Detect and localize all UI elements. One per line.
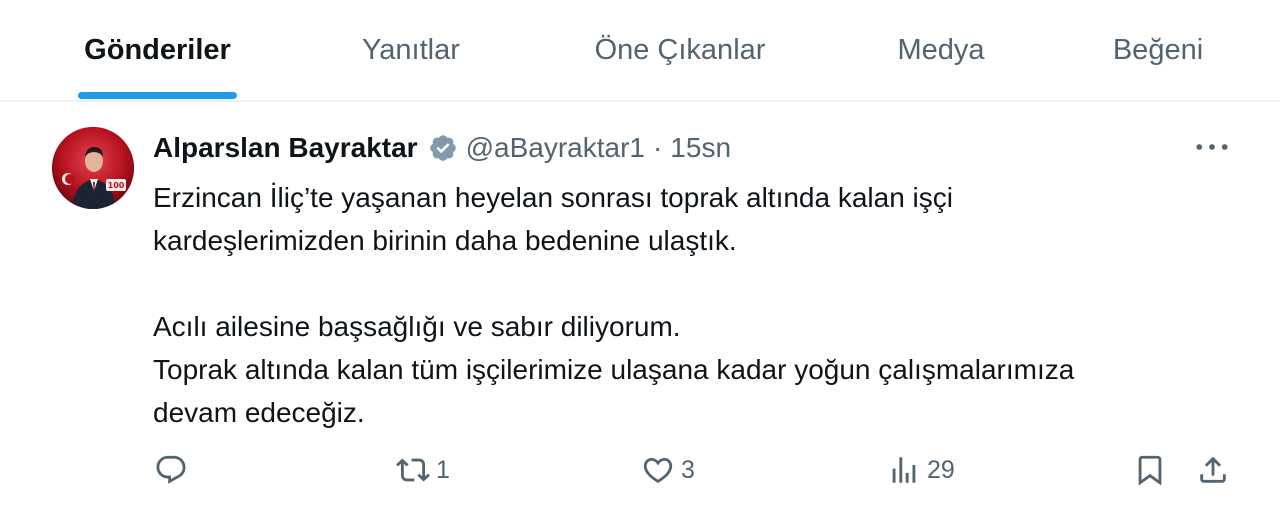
like-button[interactable]: 3 (641, 450, 695, 490)
tab-media[interactable]: Medya (889, 0, 993, 100)
author-name[interactable]: Alparslan Bayraktar (153, 132, 418, 164)
tweet-text-line: Erzincan İliç’te yaşanan heyelan sonrası… (153, 182, 953, 213)
active-tab-indicator (78, 92, 237, 99)
more-dots-icon (1196, 144, 1228, 150)
tab-likes[interactable]: Beğeni (1105, 0, 1211, 100)
bookmark-button[interactable] (1133, 450, 1167, 490)
author-handle[interactable]: @aBayraktar1 (466, 132, 645, 164)
views-count: 29 (927, 455, 955, 484)
tweet-timestamp[interactable]: 15sn (670, 132, 731, 164)
retweet-button[interactable]: 1 (396, 450, 450, 490)
tweet-text: Erzincan İliç’te yaşanan heyelan sonrası… (153, 176, 1253, 434)
avatar-image: 100 (52, 127, 134, 209)
svg-text:100: 100 (108, 181, 125, 190)
profile-tabs: Gönderiler Yanıtlar Öne Çıkanlar Medya B… (0, 0, 1280, 102)
tweet-text-line: Toprak altında kalan tüm işçilerimize ul… (153, 354, 1075, 385)
views-button[interactable]: 29 (887, 450, 955, 490)
share-icon (1200, 456, 1226, 483)
tab-highlights[interactable]: Öne Çıkanlar (582, 0, 778, 100)
more-options-button[interactable] (1192, 130, 1232, 164)
heart-icon (643, 457, 673, 483)
bookmark-icon (1138, 455, 1162, 486)
retweet-count: 1 (436, 455, 450, 484)
tweet-text-line: devam edeceğiz. (153, 397, 365, 428)
tab-posts[interactable]: Gönderiler (78, 0, 237, 100)
reply-icon (156, 455, 186, 484)
tweet-text-line: kardeşlerimizden birinin daha bedenine u… (153, 225, 737, 256)
separator-dot: · (652, 132, 663, 163)
tweet-header: Alparslan Bayraktar @aBayraktar1 · 15sn (153, 128, 731, 168)
like-count: 3 (681, 455, 695, 484)
reply-button[interactable] (154, 450, 188, 490)
retweet-icon (396, 458, 430, 482)
views-icon (892, 457, 916, 483)
tab-replies[interactable]: Yanıtlar (352, 0, 470, 100)
tweet-text-line: Acılı ailesine başsağlığı ve sabır diliy… (153, 311, 681, 342)
avatar[interactable]: 100 (52, 127, 134, 209)
verified-badge-icon[interactable] (428, 133, 458, 163)
share-button[interactable] (1196, 450, 1230, 490)
